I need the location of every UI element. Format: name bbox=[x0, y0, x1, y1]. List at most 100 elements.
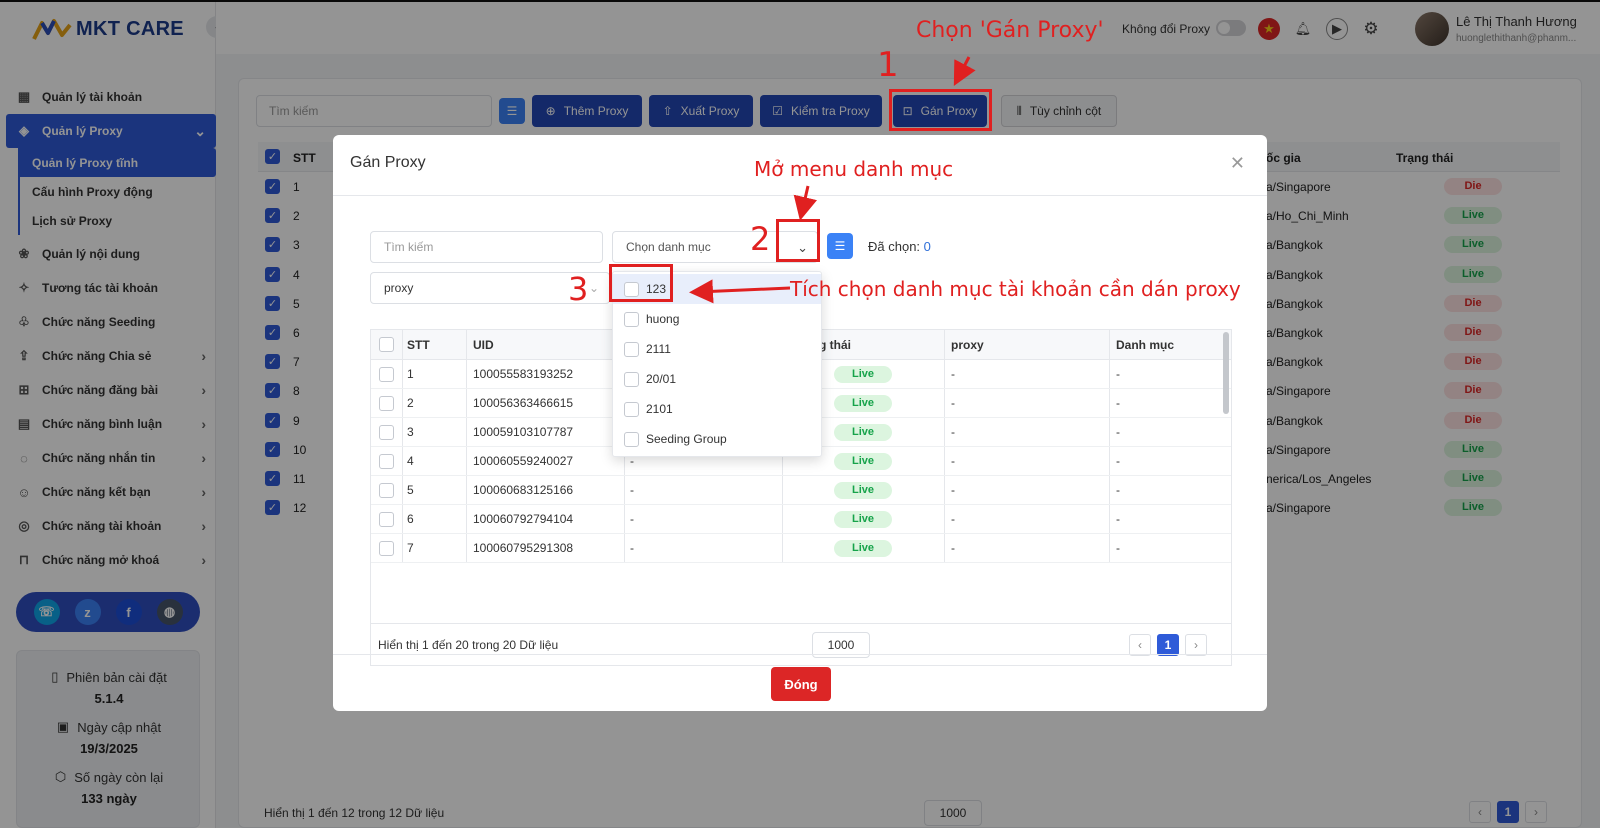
option-label: huong bbox=[646, 312, 680, 326]
annotation-text2: Mở menu danh mục bbox=[754, 157, 954, 181]
row-checkbox-cell[interactable] bbox=[379, 418, 394, 446]
category-option[interactable]: 2101 bbox=[613, 394, 821, 424]
row-proxy: - bbox=[951, 396, 955, 410]
close-icon[interactable]: ✕ bbox=[1230, 153, 1245, 174]
annotation-text1: Chọn 'Gán Proxy' bbox=[916, 18, 1104, 43]
close-button[interactable]: Đóng bbox=[771, 667, 831, 701]
checkbox[interactable] bbox=[624, 341, 639, 357]
annotation-text3: Tích chọn danh mục tài khoản cần dán pro… bbox=[790, 277, 1241, 301]
column-divider bbox=[782, 476, 783, 504]
checkbox[interactable] bbox=[379, 337, 394, 352]
next-page-button[interactable]: › bbox=[1185, 634, 1207, 656]
table-scrollbar[interactable] bbox=[1223, 332, 1229, 414]
checkbox[interactable] bbox=[379, 424, 394, 440]
category-option[interactable]: Seeding Group bbox=[613, 424, 821, 454]
checkbox[interactable] bbox=[379, 366, 394, 382]
checkbox[interactable] bbox=[379, 511, 394, 527]
row-uid: 100059103107787 bbox=[473, 425, 574, 439]
checkbox[interactable] bbox=[624, 371, 639, 387]
header-proxy: proxy bbox=[951, 337, 984, 352]
row-category: - bbox=[1116, 454, 1120, 468]
column-divider bbox=[944, 360, 945, 388]
row-checkbox-cell[interactable] bbox=[379, 360, 394, 388]
option-label: 2101 bbox=[646, 402, 673, 416]
modal-header-divider bbox=[333, 195, 1267, 196]
category-option[interactable]: huong bbox=[613, 304, 821, 334]
column-divider bbox=[1109, 418, 1110, 446]
column-divider bbox=[402, 534, 403, 562]
checkbox[interactable] bbox=[379, 540, 394, 556]
column-divider bbox=[624, 476, 625, 504]
column-divider bbox=[1109, 505, 1110, 533]
checkbox[interactable] bbox=[379, 482, 394, 498]
modal-footer-divider bbox=[333, 654, 1267, 655]
row-category: - bbox=[1116, 396, 1120, 410]
table-row[interactable]: 5 100060683125166 - Live - - bbox=[371, 476, 1231, 505]
modal-footer-text: Hiển thị 1 đến 20 trong 20 Dữ liệu bbox=[378, 638, 559, 652]
row-checkbox-cell[interactable] bbox=[379, 447, 394, 475]
chevron-down-icon: ⌄ bbox=[588, 281, 599, 295]
table-row[interactable]: 7 100060795291308 - Live - - bbox=[371, 534, 1231, 563]
row-uid: 100060559240027 bbox=[473, 454, 574, 468]
category-option[interactable]: 2111 bbox=[613, 334, 821, 364]
column-divider bbox=[944, 505, 945, 533]
row-uid: 100056363466615 bbox=[473, 396, 574, 410]
row-checkbox-cell[interactable] bbox=[379, 389, 394, 417]
proxy-select-value: proxy bbox=[384, 281, 414, 295]
row-stt: 5 bbox=[407, 483, 414, 497]
column-divider bbox=[1109, 447, 1110, 475]
column-divider bbox=[944, 389, 945, 417]
status-badge: Live bbox=[834, 423, 892, 441]
checkbox[interactable] bbox=[624, 401, 639, 417]
checkbox[interactable] bbox=[379, 453, 394, 469]
checkbox[interactable] bbox=[379, 395, 394, 411]
checkbox[interactable] bbox=[624, 431, 639, 447]
header-uid: UID bbox=[473, 337, 494, 352]
column-divider bbox=[402, 418, 403, 446]
column-divider bbox=[466, 505, 467, 533]
annotation-step1: 1 bbox=[877, 45, 899, 85]
table-row[interactable]: 6 100060792794104 - Live - - bbox=[371, 505, 1231, 534]
row-category: - bbox=[1116, 541, 1120, 555]
header-status: g thái bbox=[819, 337, 851, 352]
row-stt: 2 bbox=[407, 396, 414, 410]
row-proxy: - bbox=[951, 454, 955, 468]
row-stt: 4 bbox=[407, 454, 414, 468]
column-divider bbox=[402, 389, 403, 417]
column-divider bbox=[466, 534, 467, 562]
row-category: - bbox=[1116, 425, 1120, 439]
row-stt: 6 bbox=[407, 512, 414, 526]
column-divider bbox=[402, 476, 403, 504]
category-option[interactable]: 20/01 bbox=[613, 364, 821, 394]
column-divider bbox=[944, 534, 945, 562]
modal-filter-icon[interactable]: ☰ bbox=[827, 233, 853, 259]
row-checkbox-cell[interactable] bbox=[379, 505, 394, 533]
page-button[interactable]: 1 bbox=[1157, 634, 1179, 656]
modal-search-input[interactable]: Tìm kiếm bbox=[370, 231, 603, 263]
row-checkbox-cell[interactable] bbox=[379, 476, 394, 504]
row-category: - bbox=[1116, 367, 1120, 381]
annotation-box-dropdown bbox=[776, 219, 820, 262]
prev-page-button[interactable]: ‹ bbox=[1129, 634, 1151, 656]
annotation-box-option bbox=[609, 264, 673, 302]
checkbox[interactable] bbox=[624, 311, 639, 327]
row-proxy: - bbox=[951, 483, 955, 497]
column-divider bbox=[466, 389, 467, 417]
row-checkbox-cell[interactable] bbox=[379, 534, 394, 562]
row-name: - bbox=[630, 541, 634, 555]
row-stt: 7 bbox=[407, 541, 414, 555]
select-all-accounts[interactable] bbox=[379, 330, 394, 359]
annotation-box-assign bbox=[889, 89, 992, 131]
selected-count-value: 0 bbox=[923, 239, 931, 254]
option-label: 20/01 bbox=[646, 372, 677, 386]
column-divider bbox=[1109, 360, 1110, 388]
row-stt: 3 bbox=[407, 425, 414, 439]
status-badge: Live bbox=[834, 394, 892, 412]
column-divider bbox=[402, 505, 403, 533]
status-badge: Live bbox=[834, 481, 892, 499]
column-divider bbox=[466, 447, 467, 475]
row-uid: 100060792794104 bbox=[473, 512, 574, 526]
option-label: Seeding Group bbox=[646, 432, 727, 446]
selected-count: Đã chọn: 0 bbox=[868, 239, 931, 254]
column-divider bbox=[466, 418, 467, 446]
